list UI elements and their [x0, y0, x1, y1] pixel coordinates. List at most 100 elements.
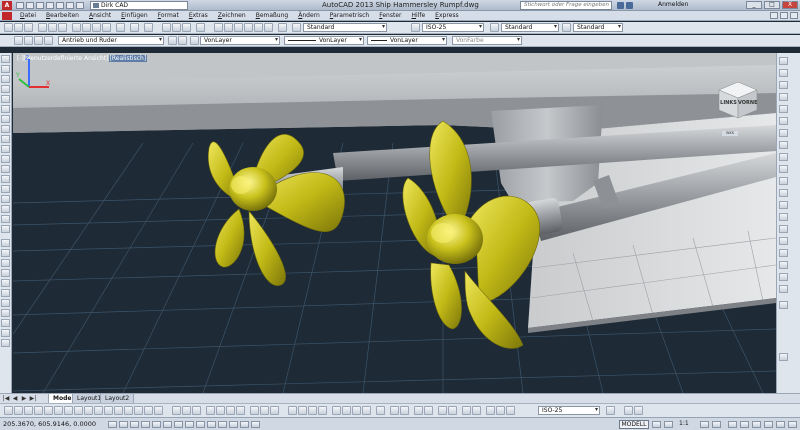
arc-length-dim-icon[interactable]: [308, 406, 317, 415]
circle-icon[interactable]: [1, 115, 10, 123]
menu-window[interactable]: Fenster: [374, 12, 406, 19]
zoom-out-icon[interactable]: [779, 69, 788, 77]
isolate-objects-icon[interactable]: [764, 421, 773, 428]
dim-edit-icon[interactable]: [486, 406, 495, 415]
audit-icon[interactable]: [634, 406, 643, 415]
help-search-input[interactable]: Stichwort oder Frage eingeben: [520, 1, 612, 10]
osnap-icon[interactable]: [163, 421, 172, 428]
maximize-button[interactable]: □: [764, 1, 780, 9]
radius-dim-icon[interactable]: [332, 406, 341, 415]
model-space-toggle[interactable]: MODELL: [619, 420, 649, 429]
text-style-select[interactable]: Standard: [303, 23, 387, 32]
viewcube-front-face[interactable]: VORNE: [738, 100, 757, 106]
lineweight-icon[interactable]: [218, 421, 227, 428]
quick-dim-icon[interactable]: [376, 406, 385, 415]
center-mark-icon[interactable]: [448, 406, 457, 415]
zoom-in-icon[interactable]: [779, 57, 788, 65]
tool-palettes-icon[interactable]: [234, 23, 243, 32]
orbit-icon[interactable]: [779, 81, 788, 89]
new-file-icon[interactable]: [16, 1, 24, 9]
mirror-icon[interactable]: [24, 406, 33, 415]
wcs-menu[interactable]: WKS: [722, 131, 738, 136]
otrack-icon[interactable]: [185, 421, 194, 428]
infer-constraints-icon[interactable]: [108, 421, 117, 428]
union-icon[interactable]: [172, 406, 181, 415]
save-as-icon[interactable]: [46, 1, 54, 9]
region-icon[interactable]: [1, 215, 10, 223]
copy-object-icon[interactable]: [1, 249, 10, 257]
continue-dim-icon[interactable]: [400, 406, 409, 415]
offset-icon[interactable]: [1, 269, 10, 277]
ucs-world-icon[interactable]: [779, 177, 788, 185]
plotstyle-select[interactable]: VonFarbe: [452, 36, 522, 45]
transparency-icon[interactable]: [229, 421, 238, 428]
break-icon[interactable]: [114, 406, 123, 415]
redo-icon[interactable]: [76, 1, 84, 9]
angular-dim-icon[interactable]: [362, 406, 371, 415]
erase-icon[interactable]: [1, 239, 10, 247]
block-editor-icon[interactable]: [116, 23, 125, 32]
quick-view-layouts-icon[interactable]: [652, 421, 661, 428]
stretch-icon[interactable]: [1, 319, 10, 327]
save-icon[interactable]: [24, 23, 33, 32]
annotation-visibility-icon[interactable]: [700, 421, 709, 428]
copy-icon[interactable]: [82, 23, 91, 32]
diameter-dim-icon[interactable]: [352, 406, 361, 415]
baseline-dim-icon[interactable]: [390, 406, 399, 415]
ucs-y-icon[interactable]: [779, 261, 788, 269]
doc-close-button[interactable]: [790, 12, 798, 19]
quick-view-drawings-icon[interactable]: [664, 421, 673, 428]
workspace-select[interactable]: Dirk CAD: [90, 0, 188, 10]
menu-help[interactable]: Hilfe: [407, 12, 431, 19]
grid-icon[interactable]: [130, 421, 139, 428]
array-icon[interactable]: [44, 406, 53, 415]
mirror-icon[interactable]: [1, 259, 10, 267]
calculator-icon[interactable]: [264, 23, 273, 32]
insert-block-icon[interactable]: [1, 165, 10, 173]
trim-icon[interactable]: [1, 329, 10, 337]
hatch-icon[interactable]: [1, 195, 10, 203]
autocad-app-icon[interactable]: A: [2, 0, 12, 10]
hardware-acceleration-icon[interactable]: [752, 421, 761, 428]
point-icon[interactable]: [1, 185, 10, 193]
workspace-switch-icon[interactable]: [728, 421, 737, 428]
zoom-window-icon[interactable]: [182, 23, 191, 32]
auto-scale-icon[interactable]: [712, 421, 721, 428]
table-icon[interactable]: [1, 225, 10, 233]
purge-icon[interactable]: [624, 406, 633, 415]
menu-modify[interactable]: Ändern: [293, 12, 325, 19]
color-swatch-icon[interactable]: [190, 36, 199, 45]
dim-style-icon[interactable]: [411, 23, 420, 32]
ucs-z-icon[interactable]: [779, 273, 788, 281]
revolve-icon[interactable]: [216, 406, 225, 415]
menu-insert[interactable]: Einfügen: [116, 12, 152, 19]
menu-edit[interactable]: Bearbeiten: [41, 12, 84, 19]
ucs-origin-icon[interactable]: [779, 225, 788, 233]
dim-style-select[interactable]: ISO-25: [422, 23, 484, 32]
tab-last-button[interactable]: ▶|: [29, 395, 37, 403]
menu-express[interactable]: Express: [430, 12, 463, 19]
document-icon[interactable]: [2, 11, 12, 20]
tab-next-button[interactable]: ▶: [20, 395, 28, 403]
linear-dim-icon[interactable]: [288, 406, 297, 415]
plot-icon[interactable]: [38, 23, 47, 32]
coordinate-readout[interactable]: 205.3670, 605.9146, 0.0000: [3, 420, 96, 428]
new-icon[interactable]: [4, 23, 13, 32]
sphere-icon[interactable]: [270, 406, 279, 415]
intersect-icon[interactable]: [192, 406, 201, 415]
doc-minimize-button[interactable]: [770, 12, 778, 19]
pan-icon[interactable]: [162, 23, 171, 32]
dim-text-edit-icon[interactable]: [496, 406, 505, 415]
polar-icon[interactable]: [152, 421, 161, 428]
menu-file[interactable]: Datei: [15, 12, 41, 19]
ducs-icon[interactable]: [196, 421, 205, 428]
copy-icon[interactable]: [14, 406, 23, 415]
zoom-previous-icon[interactable]: [196, 23, 205, 32]
layer-select[interactable]: Antrieb und Ruder: [58, 36, 164, 45]
extend-icon[interactable]: [104, 406, 113, 415]
viewcube[interactable]: LINKS VORNE: [713, 78, 763, 128]
scale-icon[interactable]: [1, 309, 10, 317]
search-icon[interactable]: [617, 2, 624, 9]
save-icon[interactable]: [36, 1, 44, 9]
login-button[interactable]: Anmelden: [658, 1, 688, 8]
